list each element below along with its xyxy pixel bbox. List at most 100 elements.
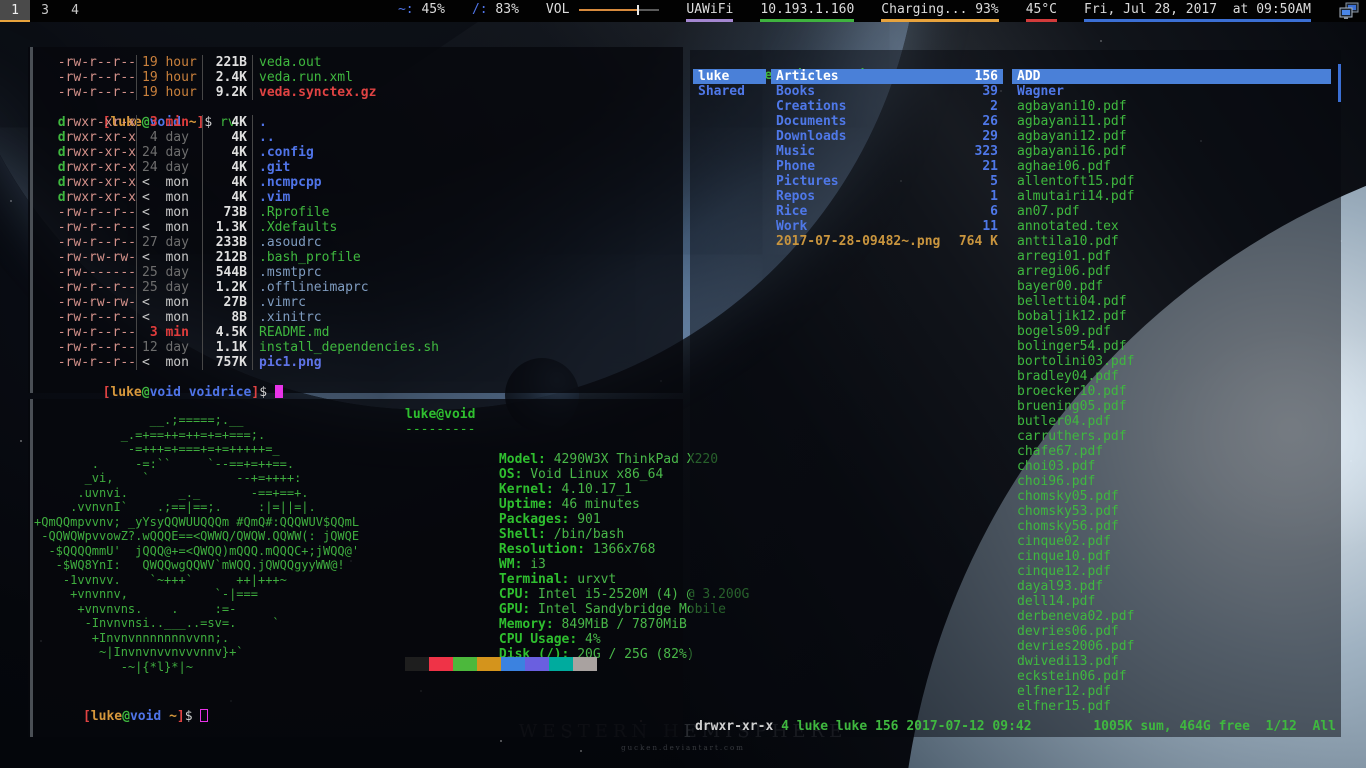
list-item[interactable]: bogels09.pdf (1012, 324, 1331, 339)
dual-monitor-icon[interactable] (1338, 2, 1360, 20)
list-item[interactable]: Articles156 (771, 69, 1003, 84)
list-item[interactable]: Downloads29 (771, 129, 1003, 144)
list-item[interactable]: devries06.pdf (1012, 624, 1331, 639)
workspace-button[interactable]: 1 (0, 0, 30, 22)
list-item[interactable]: Repos1 (771, 189, 1003, 204)
ranger-preview-scrollbar[interactable] (1338, 64, 1341, 102)
list-item[interactable]: agbayani16.pdf (1012, 144, 1331, 159)
list-item[interactable]: almutairi14.pdf (1012, 189, 1331, 204)
list-item[interactable]: Shared (693, 84, 766, 99)
list-item[interactable]: bobaljik12.pdf (1012, 309, 1331, 324)
list-item[interactable]: Music323 (771, 144, 1003, 159)
file-name: derbeneva02.pdf (1017, 609, 1134, 624)
list-item[interactable]: bradley04.pdf (1012, 369, 1331, 384)
list-item[interactable]: aghaei06.pdf (1012, 159, 1331, 174)
list-item[interactable]: chafe67.pdf (1012, 444, 1331, 459)
list-item[interactable]: bortolini03.pdf (1012, 354, 1331, 369)
list-item[interactable]: annotated.tex (1012, 219, 1331, 234)
file-permissions: -rw------- (50, 265, 136, 280)
list-item[interactable]: cinque12.pdf (1012, 564, 1331, 579)
list-item[interactable]: cinque10.pdf (1012, 549, 1331, 564)
battery-text: Charging... 93% (881, 2, 998, 17)
list-item[interactable]: devries2006.pdf (1012, 639, 1331, 654)
dir-name: Articles (776, 69, 839, 84)
ls-row: -rw-rw-rw-< mon212B.bash_profile (50, 250, 679, 265)
list-item[interactable]: bayer00.pdf (1012, 279, 1331, 294)
list-item[interactable]: 2017-07-28-09482~.png764 K (771, 234, 1003, 249)
list-item[interactable]: Documents26 (771, 114, 1003, 129)
list-item[interactable]: elfner15.pdf (1012, 699, 1331, 714)
terminal-window-neofetch[interactable]: __.;=====;.__ _.=+==++=++=+=+===;. -=+++… (28, 399, 683, 737)
volume-block: VOL (546, 0, 659, 22)
list-item[interactable]: an07.pdf (1012, 204, 1331, 219)
ls-row: -rw-r--r--12 day1.1Kinstall_dependencies… (50, 340, 679, 355)
list-item[interactable]: arregi06.pdf (1012, 264, 1331, 279)
volume-slider[interactable] (579, 5, 659, 15)
file-permissions: drwxr-xr-x (50, 190, 136, 205)
list-item[interactable]: bruening05.pdf (1012, 399, 1331, 414)
file-name: .xinitrc (252, 310, 322, 325)
list-item[interactable]: Rice6 (771, 204, 1003, 219)
file-mtime: 3 min (136, 115, 202, 130)
list-item[interactable]: dell14.pdf (1012, 594, 1331, 609)
file-size: 4K (202, 190, 252, 205)
file-mtime: 19 hour (136, 55, 202, 70)
shell-prompt-active[interactable]: [luke@void voidrice]$ (40, 370, 679, 385)
list-item[interactable]: Books39 (771, 84, 1003, 99)
list-item[interactable]: Work11 (771, 219, 1003, 234)
list-item[interactable]: anttila10.pdf (1012, 234, 1331, 249)
workspace-button[interactable]: 4 (60, 0, 90, 22)
list-item[interactable]: Creations2 (771, 99, 1003, 114)
status-ip: 10.193.1.160 (760, 0, 854, 22)
terminal-scrollbar[interactable] (30, 47, 33, 393)
terminal-window-files[interactable]: -rw-r--r--19 hour221Bveda.out -rw-r--r--… (28, 47, 683, 393)
root-disk-value: 83% (488, 2, 519, 17)
list-item[interactable]: agbayani12.pdf (1012, 129, 1331, 144)
file-permissions: drwxr-xr-x (50, 160, 136, 175)
list-item[interactable]: broecker10.pdf (1012, 384, 1331, 399)
list-item[interactable]: dayal93.pdf (1012, 579, 1331, 594)
dir-name: Music (776, 144, 815, 159)
file-name: carruthers.pdf (1017, 429, 1127, 444)
dir-count: 1 (990, 189, 998, 204)
shell-prompt-idle[interactable]: [luke@void ~]$ (36, 694, 208, 709)
workspace-button[interactable]: 3 (30, 0, 60, 22)
ls-output: drwxr-xr-x 3 min4K. drwxr-xr-x 4 day4K..… (38, 115, 679, 370)
list-item[interactable]: luke (693, 69, 766, 84)
terminal-scrollbar[interactable] (30, 399, 33, 737)
list-item[interactable]: Pictures5 (771, 174, 1003, 189)
list-item[interactable]: bolinger54.pdf (1012, 339, 1331, 354)
list-item[interactable]: carruthers.pdf (1012, 429, 1331, 444)
list-item[interactable]: choi96.pdf (1012, 474, 1331, 489)
list-item[interactable]: chomsky05.pdf (1012, 489, 1331, 504)
list-item[interactable]: cinque02.pdf (1012, 534, 1331, 549)
list-item[interactable]: choi03.pdf (1012, 459, 1331, 474)
list-item[interactable]: elfner12.pdf (1012, 684, 1331, 699)
list-item[interactable]: chomsky53.pdf (1012, 504, 1331, 519)
file-name: agbayani16.pdf (1017, 144, 1127, 159)
file-size: 1.1K (202, 340, 252, 355)
list-item[interactable]: dwivedi13.pdf (1012, 654, 1331, 669)
ranger-window[interactable]: luke@void ~/Articles luke Shared Article… (690, 50, 1341, 737)
list-item[interactable]: belletti04.pdf (1012, 294, 1331, 309)
list-item[interactable]: butler04.pdf (1012, 414, 1331, 429)
file-name: belletti04.pdf (1017, 294, 1127, 309)
dir-name: Pictures (776, 174, 839, 189)
dir-count: 26 (982, 114, 998, 129)
list-item[interactable]: Phone21 (771, 159, 1003, 174)
list-item[interactable]: allentoft15.pdf (1012, 174, 1331, 189)
ranger-titlebar: luke@void ~/Articles (690, 50, 1341, 67)
list-item[interactable]: derbeneva02.pdf (1012, 609, 1331, 624)
file-name: .asoudrc (252, 235, 322, 250)
list-item[interactable]: Wagner (1012, 84, 1331, 99)
list-item[interactable]: chomsky56.pdf (1012, 519, 1331, 534)
list-item[interactable]: eckstein06.pdf (1012, 669, 1331, 684)
list-item[interactable]: ADD (1012, 69, 1331, 84)
status-disk-root: /: 83% (472, 0, 519, 22)
list-item[interactable]: arregi01.pdf (1012, 249, 1331, 264)
list-item[interactable]: agbayani10.pdf (1012, 99, 1331, 114)
file-size: 8B (202, 310, 252, 325)
list-item[interactable]: agbayani11.pdf (1012, 114, 1331, 129)
file-permissions: -rw-r--r-- (50, 310, 136, 325)
file-permissions: -rw-r--r-- (50, 220, 136, 235)
